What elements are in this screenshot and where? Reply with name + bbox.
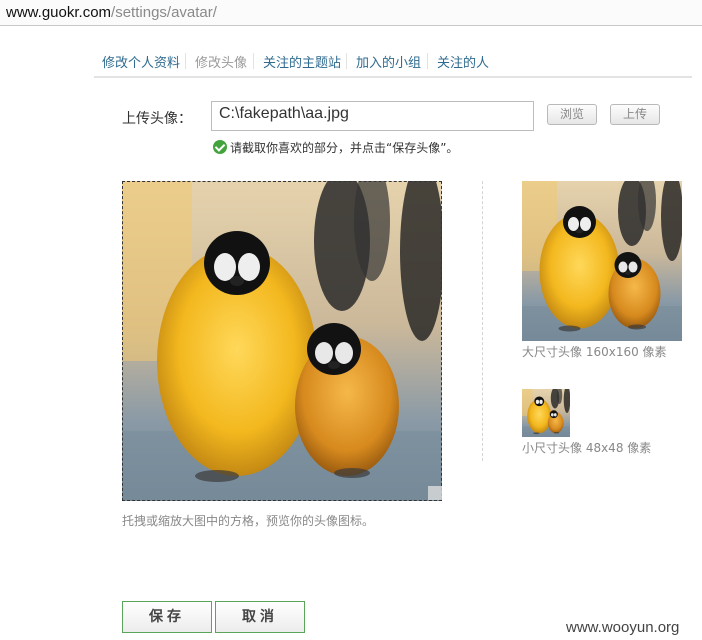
address-bar[interactable]: www.guokr.com/settings/avatar/ bbox=[0, 0, 702, 26]
small-preview-image bbox=[522, 389, 570, 437]
tab-followed-people[interactable]: 关注的人 bbox=[437, 52, 489, 71]
preview-divider bbox=[482, 181, 483, 461]
large-preview-label: 大尺寸头像 160x160 像素 bbox=[522, 345, 667, 359]
small-preview-label: 小尺寸头像 48x48 像素 bbox=[522, 441, 652, 455]
save-button[interactable]: 保存 bbox=[122, 601, 212, 633]
upload-button[interactable]: 上传 bbox=[610, 104, 660, 125]
tab-avatar[interactable]: 修改头像 bbox=[195, 52, 247, 71]
tab-joined-groups[interactable]: 加入的小组 bbox=[356, 52, 421, 71]
tab-profile[interactable]: 修改个人资料 bbox=[102, 52, 180, 71]
crop-hint-text: 请截取你喜欢的部分，并点击“保存头像”。 bbox=[230, 141, 459, 155]
tab-followed-sites[interactable]: 关注的主题站 bbox=[263, 52, 341, 71]
tab-divider bbox=[346, 53, 347, 69]
address-url[interactable]: www.guokr.com/settings/avatar/ bbox=[6, 4, 217, 21]
browse-button[interactable]: 浏览 bbox=[547, 104, 597, 125]
url-host: www.guokr.com bbox=[6, 4, 112, 21]
large-avatar-preview bbox=[522, 181, 682, 341]
crop-resize-handle[interactable] bbox=[428, 486, 442, 500]
file-path-field[interactable]: C:\fakepath\aa.jpg bbox=[211, 101, 534, 131]
settings-tabs: 修改个人资料 修改头像 关注的主题站 加入的小组 关注的人 bbox=[94, 46, 692, 78]
large-preview-image bbox=[522, 181, 682, 341]
tab-divider bbox=[427, 53, 428, 69]
upload-avatar-label: 上传头像： bbox=[122, 111, 192, 127]
tab-divider bbox=[253, 53, 254, 69]
crop-selection-box[interactable] bbox=[122, 181, 442, 501]
small-avatar-preview bbox=[522, 389, 570, 437]
crop-hint: 请截取你喜欢的部分，并点击“保存头像”。 bbox=[213, 139, 458, 156]
watermark: www.wooyun.org bbox=[566, 619, 680, 636]
check-circle-icon bbox=[213, 140, 227, 154]
tab-divider bbox=[185, 53, 186, 69]
cancel-button[interactable]: 取消 bbox=[215, 601, 305, 633]
crop-instructions: 托拽或缩放大图中的方格，预览你的头像图标。 bbox=[122, 514, 375, 528]
url-path: /settings/avatar/ bbox=[111, 4, 217, 21]
